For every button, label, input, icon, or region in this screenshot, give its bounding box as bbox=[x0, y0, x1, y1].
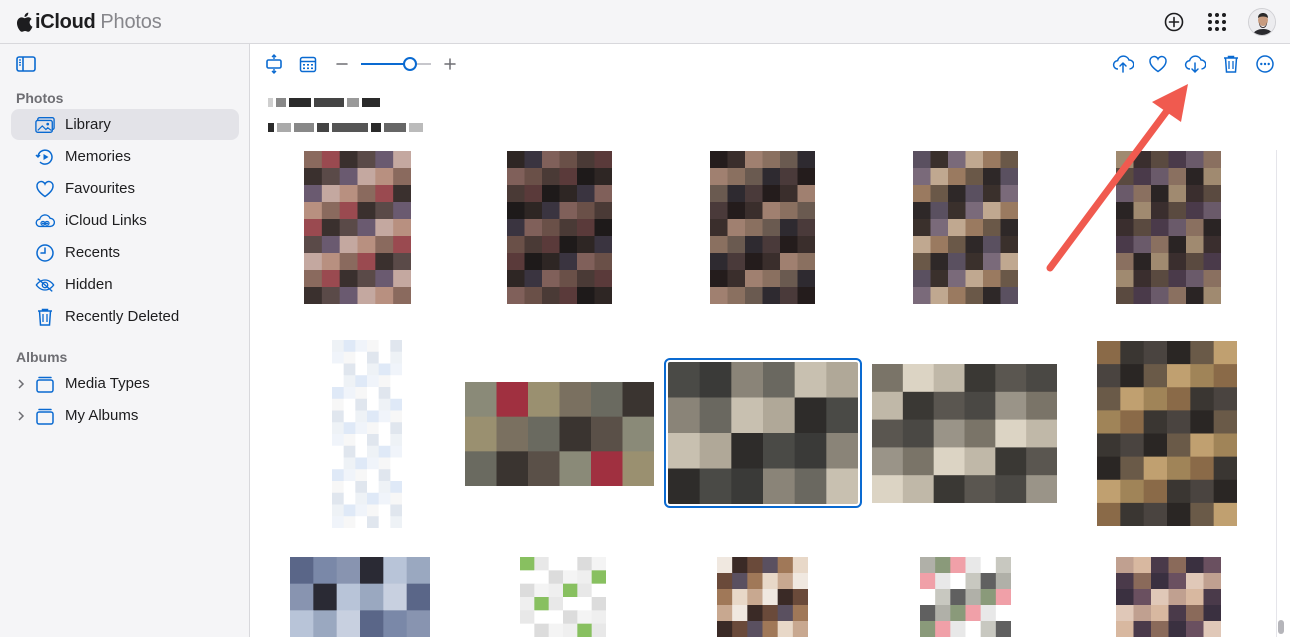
calendar-view-icon[interactable] bbox=[298, 54, 318, 74]
sidebar-item-label: Memories bbox=[65, 148, 131, 165]
stack-icon bbox=[35, 374, 55, 394]
annotation-arrow bbox=[1046, 84, 1188, 272]
photo-thumbnail[interactable] bbox=[710, 151, 815, 304]
avatar-image bbox=[1249, 9, 1275, 35]
photo-image bbox=[920, 557, 1011, 637]
photo-image bbox=[872, 364, 1057, 503]
clock-icon bbox=[35, 243, 55, 263]
photo-thumbnail[interactable] bbox=[332, 340, 402, 528]
photo-thumbnail[interactable] bbox=[1097, 341, 1237, 526]
sidebar-item-memories[interactable]: Memories bbox=[11, 141, 239, 172]
library-icon bbox=[35, 115, 55, 135]
photo-thumbnail[interactable] bbox=[1116, 557, 1221, 637]
photo-image bbox=[304, 151, 411, 304]
photo-thumbnail[interactable] bbox=[290, 557, 430, 637]
top-bar: iCloud Photos bbox=[0, 0, 1290, 44]
sidebar-item-my-albums[interactable]: My Albums bbox=[11, 400, 239, 431]
photo-image bbox=[507, 151, 612, 304]
add-icon[interactable] bbox=[1163, 11, 1185, 33]
chevron-right-icon[interactable] bbox=[16, 378, 26, 390]
photo-image bbox=[1116, 557, 1221, 637]
sidebar: Photos Library Memories Favourites iClou… bbox=[0, 44, 250, 637]
photo-image bbox=[710, 151, 815, 304]
sidebar-item-label: Favourites bbox=[65, 180, 136, 197]
photo-image bbox=[290, 557, 430, 637]
avatar[interactable] bbox=[1248, 8, 1276, 36]
app-grid-icon[interactable] bbox=[1206, 11, 1228, 33]
albums-section-heading: Albums bbox=[16, 349, 68, 365]
apple-logo-icon bbox=[16, 12, 33, 32]
photo-thumbnail[interactable] bbox=[304, 151, 411, 304]
delete-icon[interactable] bbox=[1221, 54, 1241, 74]
brand-main: iCloud bbox=[35, 10, 96, 33]
redacted-title bbox=[268, 97, 380, 107]
sidebar-item-library[interactable]: Library bbox=[11, 109, 239, 140]
sidebar-item-label: Recently Deleted bbox=[65, 308, 180, 325]
photo-thumbnail[interactable] bbox=[520, 557, 606, 637]
sidebar-item-icloud-links[interactable]: iCloud Links bbox=[11, 205, 239, 236]
sidebar-item-label: iCloud Links bbox=[65, 212, 147, 229]
sidebar-item-recents[interactable]: Recents bbox=[11, 237, 239, 268]
heart-icon bbox=[35, 179, 55, 199]
more-icon[interactable] bbox=[1255, 54, 1275, 74]
redacted-subtitle bbox=[268, 122, 423, 132]
sidebar-item-label: My Albums bbox=[65, 407, 139, 424]
sidebar-item-favourites[interactable]: Favourites bbox=[11, 173, 239, 204]
photo-image bbox=[332, 340, 402, 528]
zoom-slider[interactable] bbox=[361, 57, 431, 71]
sidebar-item-label: Media Types bbox=[65, 375, 150, 392]
trash-icon bbox=[35, 307, 55, 327]
upload-icon[interactable] bbox=[1112, 54, 1134, 74]
cloud-link-icon bbox=[35, 211, 55, 231]
photo-thumbnail[interactable] bbox=[717, 557, 808, 637]
photo-image bbox=[668, 362, 858, 504]
photo-thumbnail[interactable] bbox=[465, 382, 654, 486]
photo-image bbox=[1097, 341, 1237, 526]
photo-thumbnail[interactable] bbox=[664, 358, 862, 508]
zoom-in-icon[interactable] bbox=[440, 54, 460, 74]
scrollbar-track[interactable] bbox=[1276, 150, 1277, 637]
photo-image bbox=[717, 557, 808, 637]
eye-slash-icon bbox=[35, 275, 55, 295]
sidebar-toggle-icon[interactable] bbox=[16, 56, 36, 72]
sidebar-item-recently-deleted[interactable]: Recently Deleted bbox=[11, 301, 239, 332]
photo-thumbnail[interactable] bbox=[920, 557, 1011, 637]
photo-image bbox=[913, 151, 1018, 304]
favourite-icon[interactable] bbox=[1148, 54, 1168, 74]
sidebar-item-label: Hidden bbox=[65, 276, 113, 293]
app-brand[interactable]: iCloud Photos bbox=[16, 9, 162, 35]
photo-thumbnail[interactable] bbox=[913, 151, 1018, 304]
sidebar-item-label: Recents bbox=[65, 244, 121, 261]
scrollbar-thumb[interactable] bbox=[1278, 620, 1284, 634]
photo-thumbnail[interactable] bbox=[872, 364, 1057, 503]
sidebar-item-label: Library bbox=[65, 116, 111, 133]
sidebar-item-hidden[interactable]: Hidden bbox=[11, 269, 239, 300]
download-icon[interactable] bbox=[1184, 54, 1206, 74]
zoom-slider-knob[interactable] bbox=[403, 57, 417, 71]
photo-image bbox=[520, 557, 606, 637]
stack-icon bbox=[35, 406, 55, 426]
photos-section-heading: Photos bbox=[16, 90, 64, 106]
zoom-out-icon[interactable] bbox=[332, 54, 352, 74]
brand-sub: Photos bbox=[100, 10, 162, 33]
chevron-right-icon[interactable] bbox=[16, 410, 26, 422]
photo-thumbnail[interactable] bbox=[507, 151, 612, 304]
memories-icon bbox=[35, 147, 55, 167]
sidebar-item-media-types[interactable]: Media Types bbox=[11, 368, 239, 399]
photo-image bbox=[465, 382, 654, 486]
aspect-fit-icon[interactable] bbox=[264, 54, 284, 74]
